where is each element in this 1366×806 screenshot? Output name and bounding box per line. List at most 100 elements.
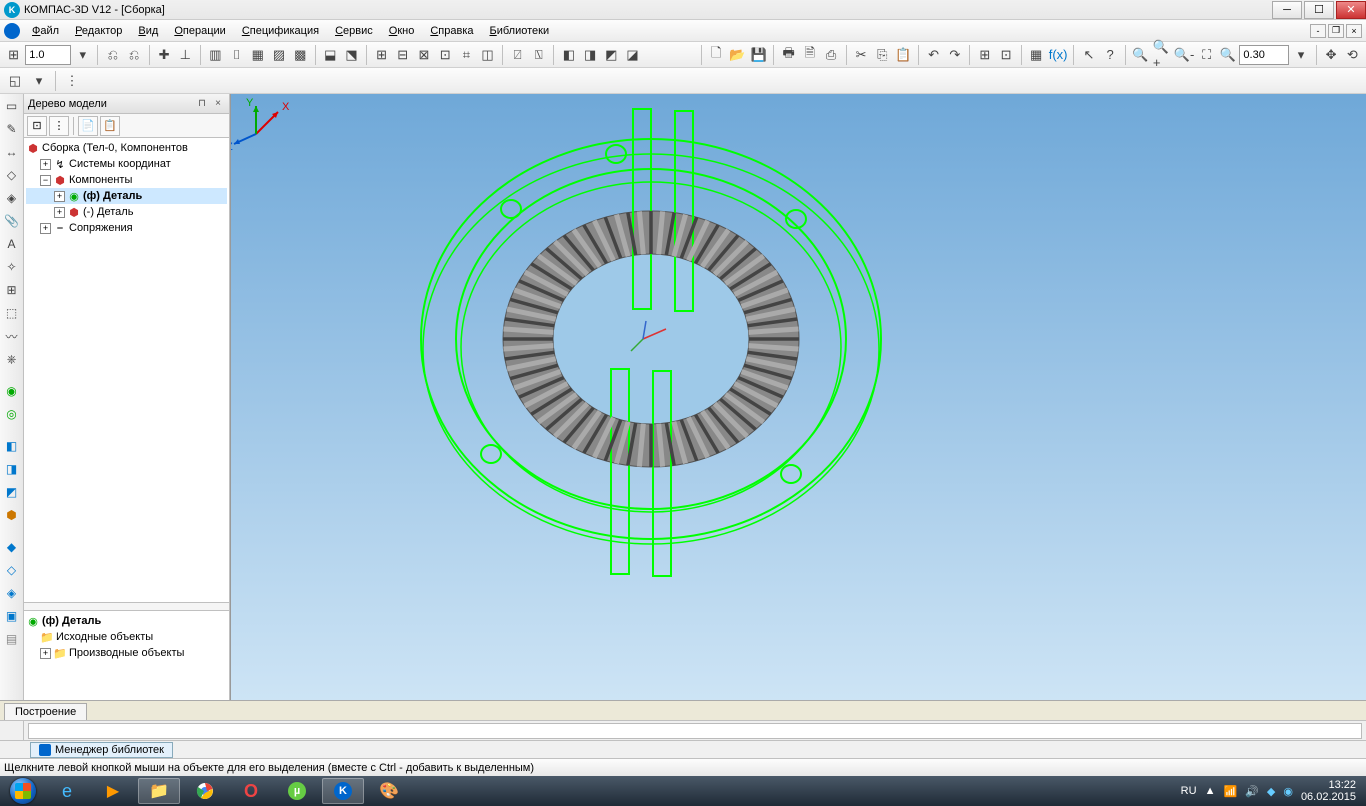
expand-icon[interactable]: +: [54, 191, 65, 202]
paste-icon[interactable]: 📋: [894, 44, 913, 66]
taskbar-paint-icon[interactable]: 🎨: [368, 778, 410, 804]
scale-input[interactable]: [25, 45, 71, 65]
doc-minimize-button[interactable]: -: [1310, 24, 1326, 38]
start-button[interactable]: [4, 777, 42, 805]
tool-icon[interactable]: ▦: [248, 44, 267, 66]
menu-service[interactable]: Сервис: [327, 23, 381, 39]
tree-node[interactable]: + ↯ Системы координат: [26, 156, 227, 172]
library-manager-tab[interactable]: Менеджер библиотек: [30, 742, 173, 758]
tool-icon[interactable]: ▤: [2, 629, 22, 649]
tool-icon[interactable]: ◧: [559, 44, 578, 66]
expand-icon[interactable]: +: [40, 648, 51, 659]
zoom-in-icon[interactable]: 🔍+: [1152, 44, 1171, 66]
save-icon[interactable]: 💾: [749, 44, 768, 66]
tray-icon[interactable]: ◉: [1283, 785, 1293, 798]
tool-icon[interactable]: ⊞: [2, 280, 22, 300]
tree-root[interactable]: ⬢ Сборка (Тел-0, Компонентов: [26, 140, 227, 156]
tool-icon[interactable]: ⊠: [414, 44, 433, 66]
taskbar-media-icon[interactable]: ▶: [92, 778, 134, 804]
tool-icon[interactable]: ◨: [580, 44, 599, 66]
tool-icon[interactable]: ⎌: [124, 44, 143, 66]
tool-icon[interactable]: ⊟: [393, 44, 412, 66]
tool-icon[interactable]: ⍂: [529, 44, 548, 66]
tree-node[interactable]: + ⎯ Сопряжения: [26, 220, 227, 236]
expand-icon[interactable]: +: [54, 207, 65, 218]
tree-node-selected[interactable]: + ◉ (ф) Деталь: [26, 188, 227, 204]
tool-icon[interactable]: ⎙: [821, 44, 840, 66]
tool-icon[interactable]: ◪: [623, 44, 642, 66]
tool-icon[interactable]: ⎌: [103, 44, 122, 66]
tab-build[interactable]: Построение: [4, 703, 87, 720]
scale-dropdown-icon[interactable]: ▾: [73, 44, 92, 66]
tool-icon[interactable]: 〰: [2, 326, 22, 346]
tool-icon[interactable]: ✎: [2, 119, 22, 139]
tool-icon[interactable]: ⊥: [176, 44, 195, 66]
tool-icon[interactable]: ◱: [4, 70, 26, 92]
variables-icon[interactable]: f(x): [1048, 44, 1069, 66]
doc-restore-button[interactable]: ❐: [1328, 24, 1344, 38]
doc-close-button[interactable]: ×: [1346, 24, 1362, 38]
tool-icon[interactable]: ⊞: [975, 44, 994, 66]
help-icon[interactable]: ?: [1101, 44, 1120, 66]
rotate-icon[interactable]: ⟲: [1343, 44, 1362, 66]
menu-operations[interactable]: Операции: [166, 23, 233, 39]
tree-tool-icon[interactable]: ⊡: [27, 116, 47, 136]
tool-icon[interactable]: ⬚: [2, 303, 22, 323]
tool-icon[interactable]: ◨: [2, 459, 22, 479]
tool-icon[interactable]: ✧: [2, 257, 22, 277]
tray-icon[interactable]: ◆: [1267, 785, 1275, 798]
tool-icon[interactable]: ⎈: [2, 349, 22, 369]
print-icon[interactable]: 🖶: [779, 44, 798, 66]
panel-close-icon[interactable]: ×: [211, 97, 225, 111]
tree-node[interactable]: + 📁 Производные объекты: [26, 645, 227, 661]
pan-icon[interactable]: ✥: [1321, 44, 1340, 66]
print-preview-icon[interactable]: 🗎: [800, 44, 819, 66]
new-icon[interactable]: 🗋: [707, 44, 726, 66]
cut-icon[interactable]: ✂: [852, 44, 871, 66]
tree-tool-icon[interactable]: 📋: [100, 116, 120, 136]
taskbar-explorer-icon[interactable]: 📁: [138, 778, 180, 804]
tool-icon[interactable]: ⌷: [227, 44, 246, 66]
menu-window[interactable]: Окно: [381, 23, 423, 39]
tray-network-icon[interactable]: 📶: [1223, 785, 1237, 798]
tool-icon[interactable]: ◈: [2, 583, 22, 603]
tool-icon[interactable]: ◇: [2, 560, 22, 580]
tool-icon[interactable]: ◫: [478, 44, 497, 66]
property-input-area[interactable]: [28, 723, 1362, 739]
zoom-all-icon[interactable]: 🔍: [1218, 44, 1237, 66]
open-icon[interactable]: 📂: [728, 44, 747, 66]
menu-help[interactable]: Справка: [422, 23, 481, 39]
tree-node[interactable]: − ⬢ Компоненты: [26, 172, 227, 188]
tool-icon[interactable]: ▨: [269, 44, 288, 66]
tool-icon[interactable]: ▾: [28, 70, 50, 92]
tool-icon[interactable]: A: [2, 234, 22, 254]
tool-icon[interactable]: ▩: [291, 44, 310, 66]
cursor-icon[interactable]: ↖: [1079, 44, 1098, 66]
tool-icon[interactable]: ⬢: [2, 505, 22, 525]
zoom-out-icon[interactable]: 🔍-: [1173, 44, 1195, 66]
menu-editor[interactable]: Редактор: [67, 23, 130, 39]
expand-icon[interactable]: +: [40, 223, 51, 234]
taskbar-opera-icon[interactable]: O: [230, 778, 272, 804]
tool-icon[interactable]: ⊡: [436, 44, 455, 66]
tray-volume-icon[interactable]: 🔊: [1245, 785, 1259, 798]
tool-icon[interactable]: ⌗: [457, 44, 476, 66]
tree-tool-icon[interactable]: ⋮: [49, 116, 69, 136]
tool-icon[interactable]: ⬔: [342, 44, 361, 66]
menu-view[interactable]: Вид: [130, 23, 166, 39]
viewport-3d[interactable]: X Y Z: [230, 94, 1366, 700]
taskbar-ie-icon[interactable]: e: [46, 778, 88, 804]
tree-node[interactable]: 📁 Исходные объекты: [26, 629, 227, 645]
undo-icon[interactable]: ↶: [924, 44, 943, 66]
tool-icon[interactable]: ◩: [602, 44, 621, 66]
menu-specification[interactable]: Спецификация: [234, 23, 327, 39]
tool-icon[interactable]: ↔: [2, 142, 22, 162]
detail-tree[interactable]: ◉ (ф) Деталь 📁 Исходные объекты + 📁 Прои…: [24, 610, 229, 700]
app-menu-icon[interactable]: [4, 23, 20, 39]
redo-icon[interactable]: ↷: [945, 44, 964, 66]
tool-icon[interactable]: ◉: [2, 381, 22, 401]
zoom-window-icon[interactable]: 🔍: [1131, 44, 1150, 66]
copy-icon[interactable]: ⎘: [873, 44, 892, 66]
tree-node[interactable]: ◉ (ф) Деталь: [26, 613, 227, 629]
tray-lang[interactable]: RU: [1181, 785, 1197, 797]
